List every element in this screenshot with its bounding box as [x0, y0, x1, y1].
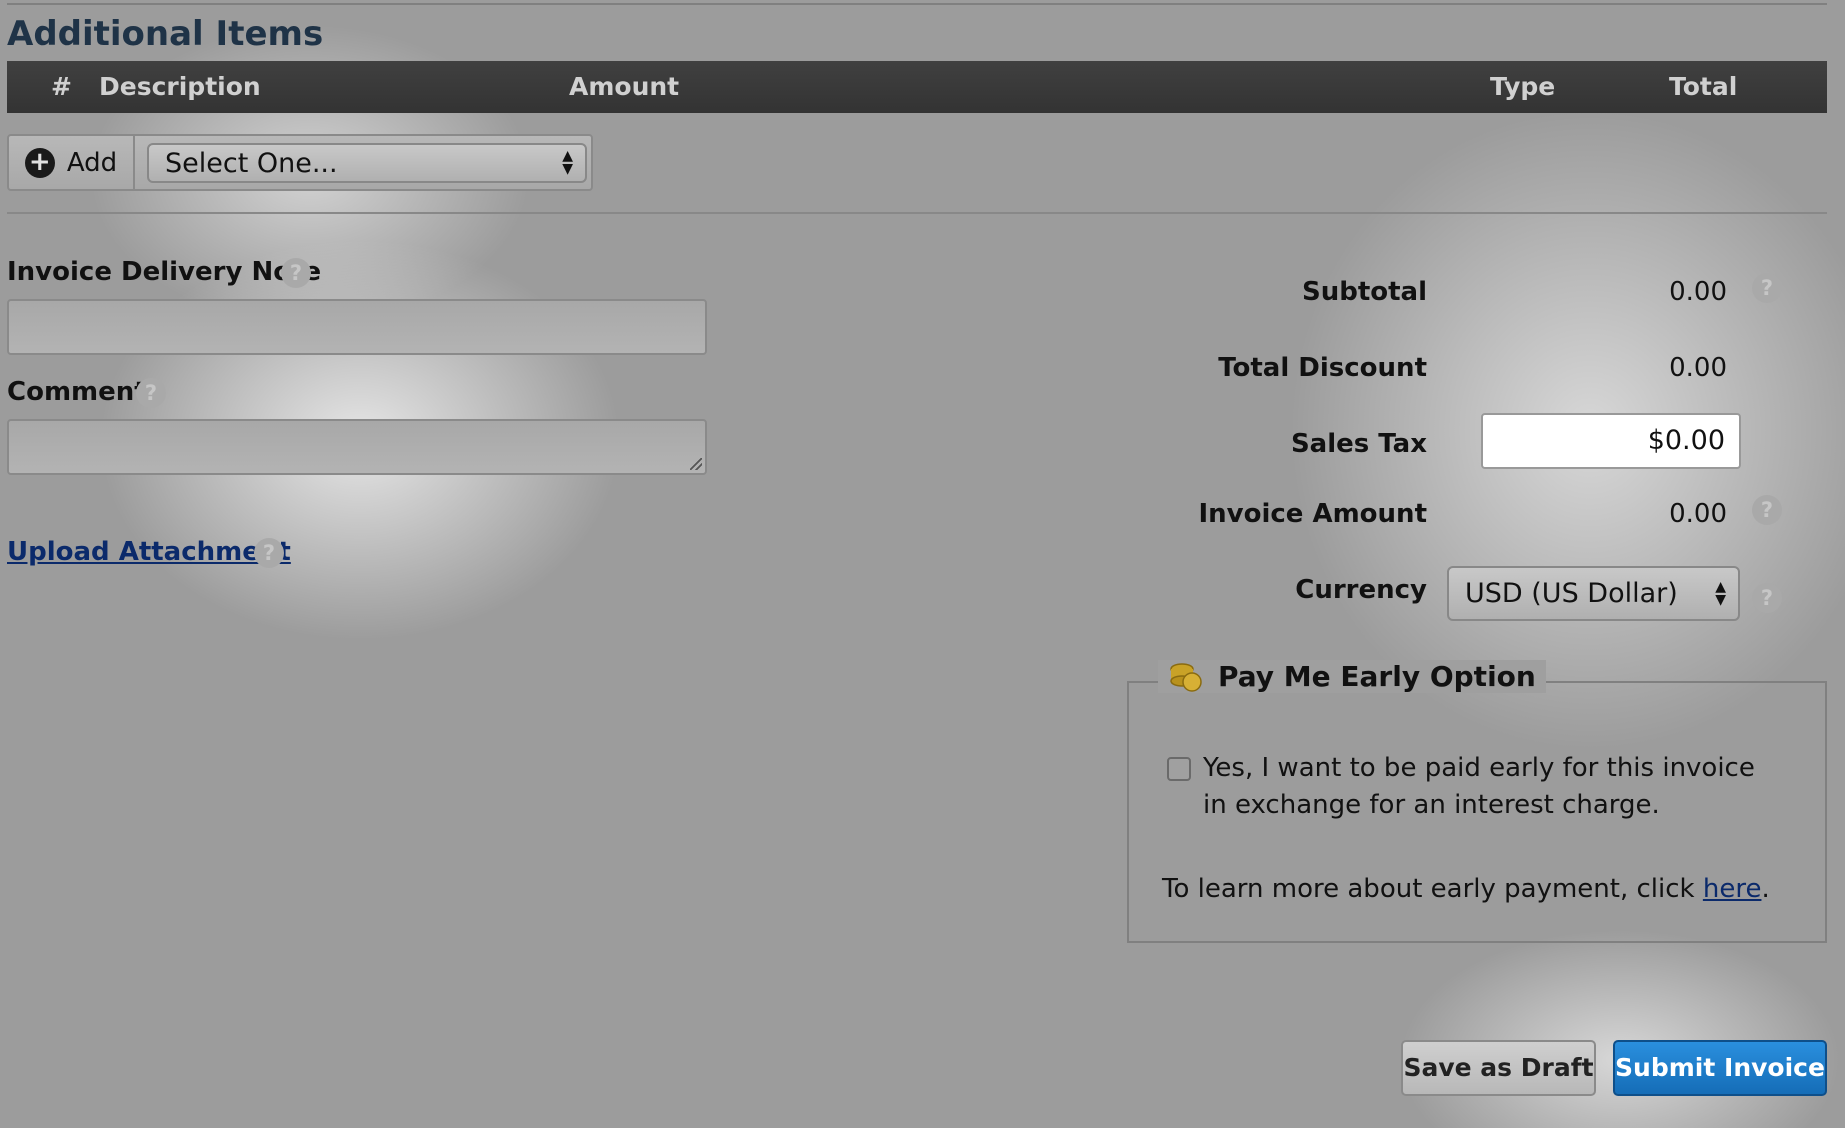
subtotal-label: Subtotal — [1301, 277, 1427, 307]
currency-select-value: USD (US Dollar) — [1465, 578, 1678, 609]
coins-icon — [1168, 661, 1204, 693]
upload-help-icon[interactable]: ? — [254, 538, 284, 568]
sales-tax-input[interactable]: $0.00 — [1481, 413, 1741, 469]
delivery-note-help-icon[interactable]: ? — [281, 258, 311, 288]
comment-label: Comment — [7, 377, 147, 407]
currency-help-icon[interactable]: ? — [1752, 583, 1782, 613]
invoice-amount-help-icon[interactable]: ? — [1752, 495, 1782, 525]
header-description: Description — [99, 72, 261, 101]
header-type: Type — [1490, 72, 1556, 101]
header-total: Total — [1669, 72, 1738, 101]
invoice-amount-label: Invoice Amount — [1198, 499, 1427, 529]
currency-label: Currency — [1295, 575, 1427, 605]
upload-attachment-link[interactable]: Upload Attachment — [7, 537, 291, 567]
pay-early-title: Pay Me Early Option — [1218, 660, 1536, 693]
add-item-button[interactable]: + Add — [9, 136, 135, 189]
header-amount: Amount — [569, 72, 680, 101]
delivery-note-input[interactable] — [7, 299, 707, 355]
learn-more-text: To learn more about early payment, click… — [1162, 874, 1770, 904]
top-divider — [7, 3, 1827, 5]
items-table-header: # Description Amount Type Total — [7, 61, 1827, 113]
invoice-amount-value: 0.00 — [1669, 499, 1727, 529]
submit-invoice-button[interactable]: Submit Invoice — [1613, 1040, 1827, 1096]
resize-grip-icon[interactable] — [690, 458, 702, 470]
total-discount-label: Total Discount — [1218, 353, 1427, 383]
total-discount-value: 0.00 — [1669, 353, 1727, 383]
item-type-select-value: Select One... — [165, 148, 338, 179]
pay-early-legend: Pay Me Early Option — [1158, 660, 1546, 693]
subtotal-help-icon[interactable]: ? — [1752, 273, 1782, 303]
section-title: Additional Items — [7, 14, 324, 54]
learn-more-suffix: . — [1761, 874, 1770, 904]
subtotal-value: 0.00 — [1669, 277, 1727, 307]
section-divider — [7, 212, 1827, 214]
item-type-select[interactable]: Select One... ▲ ▼ — [147, 143, 587, 183]
sales-tax-label: Sales Tax — [1290, 429, 1427, 459]
comment-help-icon[interactable]: ? — [136, 378, 166, 408]
add-item-label: Add — [66, 147, 118, 178]
delivery-note-label: Invoice Delivery Note — [7, 257, 322, 287]
select-arrows-icon: ▲ ▼ — [562, 148, 573, 177]
learn-more-link[interactable]: here — [1703, 874, 1762, 904]
header-number: # — [51, 72, 72, 101]
plus-circle-icon: + — [24, 147, 55, 178]
learn-more-prefix: To learn more about early payment, click — [1162, 874, 1703, 904]
select-arrows-icon: ▲ ▼ — [1715, 579, 1726, 608]
pay-early-checkbox[interactable] — [1167, 757, 1191, 781]
save-draft-button[interactable]: Save as Draft — [1401, 1040, 1596, 1096]
pay-early-checkbox-label[interactable]: Yes, I want to be paid early for this in… — [1203, 750, 1783, 824]
currency-select[interactable]: USD (US Dollar) ▲ ▼ — [1447, 566, 1740, 621]
comment-textarea[interactable] — [7, 419, 707, 475]
add-item-group: + Add Select One... ▲ ▼ — [7, 134, 593, 191]
